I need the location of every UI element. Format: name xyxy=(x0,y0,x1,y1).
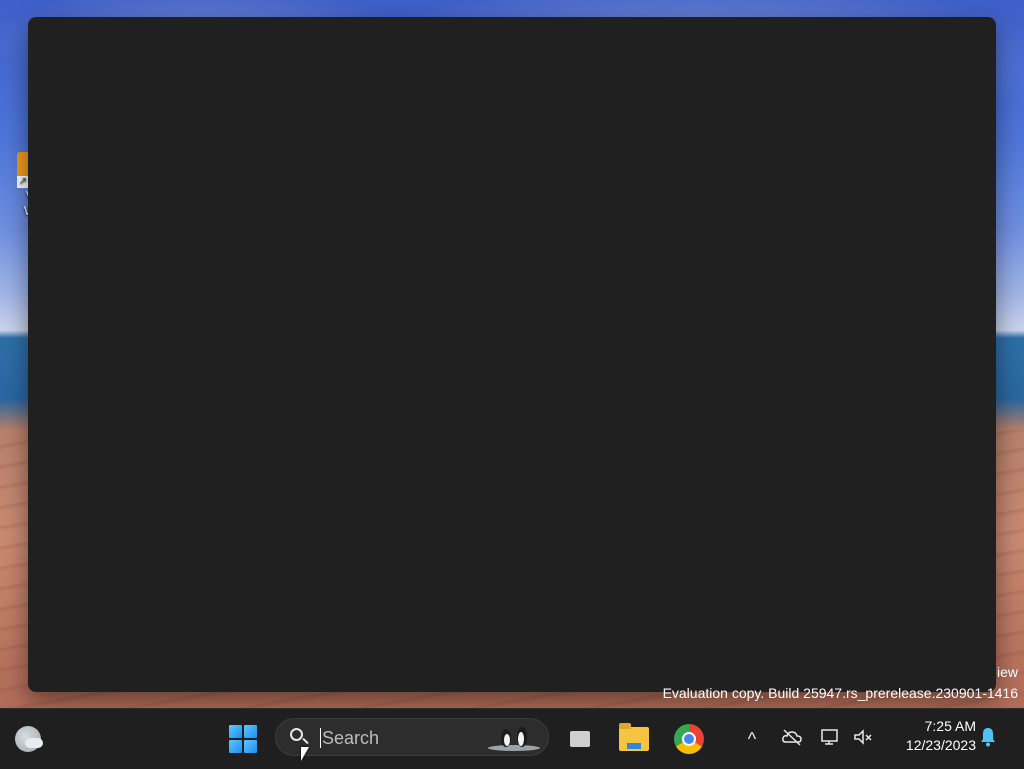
weather-widget-button[interactable] xyxy=(8,719,48,759)
windows-start-icon xyxy=(229,725,257,753)
chrome-button[interactable] xyxy=(669,719,709,759)
network-icon xyxy=(821,729,838,745)
volume-muted-icon xyxy=(854,729,872,745)
notifications-button[interactable] xyxy=(976,726,1000,750)
chrome-icon xyxy=(674,724,704,754)
watermark-build: Evaluation copy. Build 25947.rs_prerelea… xyxy=(662,685,1018,701)
onedrive-off-icon xyxy=(782,729,802,746)
show-hidden-icons-button[interactable]: ^ xyxy=(740,727,764,751)
file-explorer-icon xyxy=(619,723,649,751)
chevron-up-icon: ^ xyxy=(747,729,757,749)
search-input[interactable] xyxy=(320,725,474,751)
volume-button[interactable] xyxy=(851,727,875,753)
watermark-edition: iew xyxy=(996,664,1018,680)
start-button[interactable] xyxy=(223,719,263,759)
mouse-cursor xyxy=(301,747,309,761)
clock-time: 7:25 AM xyxy=(924,718,976,734)
taskbar-clock[interactable]: 7:25 AM 12/23/2023 xyxy=(884,717,976,755)
onedrive-button[interactable] xyxy=(780,727,804,753)
search-icon xyxy=(290,728,303,741)
bell-icon xyxy=(981,728,995,747)
task-view-button[interactable] xyxy=(560,719,600,759)
file-explorer-button[interactable] xyxy=(614,719,654,759)
search-highlight-penguins-icon xyxy=(488,727,540,751)
network-button[interactable] xyxy=(819,727,843,753)
blank-app-window[interactable] xyxy=(28,17,996,692)
clock-date: 12/23/2023 xyxy=(905,737,976,753)
task-view-icon xyxy=(562,731,590,753)
weather-cloud-icon xyxy=(15,726,43,752)
text-caret xyxy=(320,728,321,748)
taskbar-search-box[interactable] xyxy=(275,718,549,756)
